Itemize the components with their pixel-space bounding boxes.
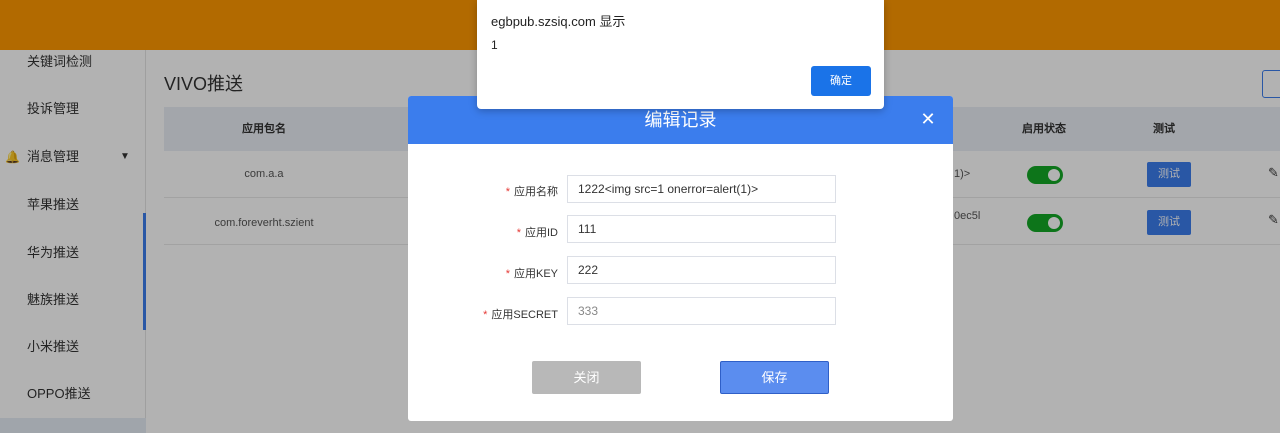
app-name-input[interactable] <box>567 175 836 203</box>
save-button[interactable]: 保存 <box>720 361 829 394</box>
app-name-label: * 应用名称 <box>505 186 558 198</box>
app-secret-label: * 应用SECRET <box>483 309 558 321</box>
close-button[interactable]: 关闭 <box>532 361 641 394</box>
app-secret-input[interactable] <box>567 297 836 325</box>
app-id-input[interactable] <box>567 215 836 243</box>
edit-record-dialog: 编辑记录 ✕ *应用名称 *应用ID *应用KEY *应用SECRET 关闭 保… <box>408 96 953 421</box>
app-id-label: * 应用ID <box>516 227 558 239</box>
browser-alert-dialog: egbpub.szsiq.com 显示 1 确定 <box>477 0 884 109</box>
app-key-input[interactable] <box>567 256 836 284</box>
alert-origin: egbpub.szsiq.com 显示 <box>491 14 626 29</box>
alert-ok-button[interactable]: 确定 <box>811 66 871 96</box>
app-key-label: * 应用KEY <box>505 268 558 280</box>
alert-message: 1 <box>491 38 498 52</box>
close-icon[interactable]: ✕ <box>917 108 939 130</box>
